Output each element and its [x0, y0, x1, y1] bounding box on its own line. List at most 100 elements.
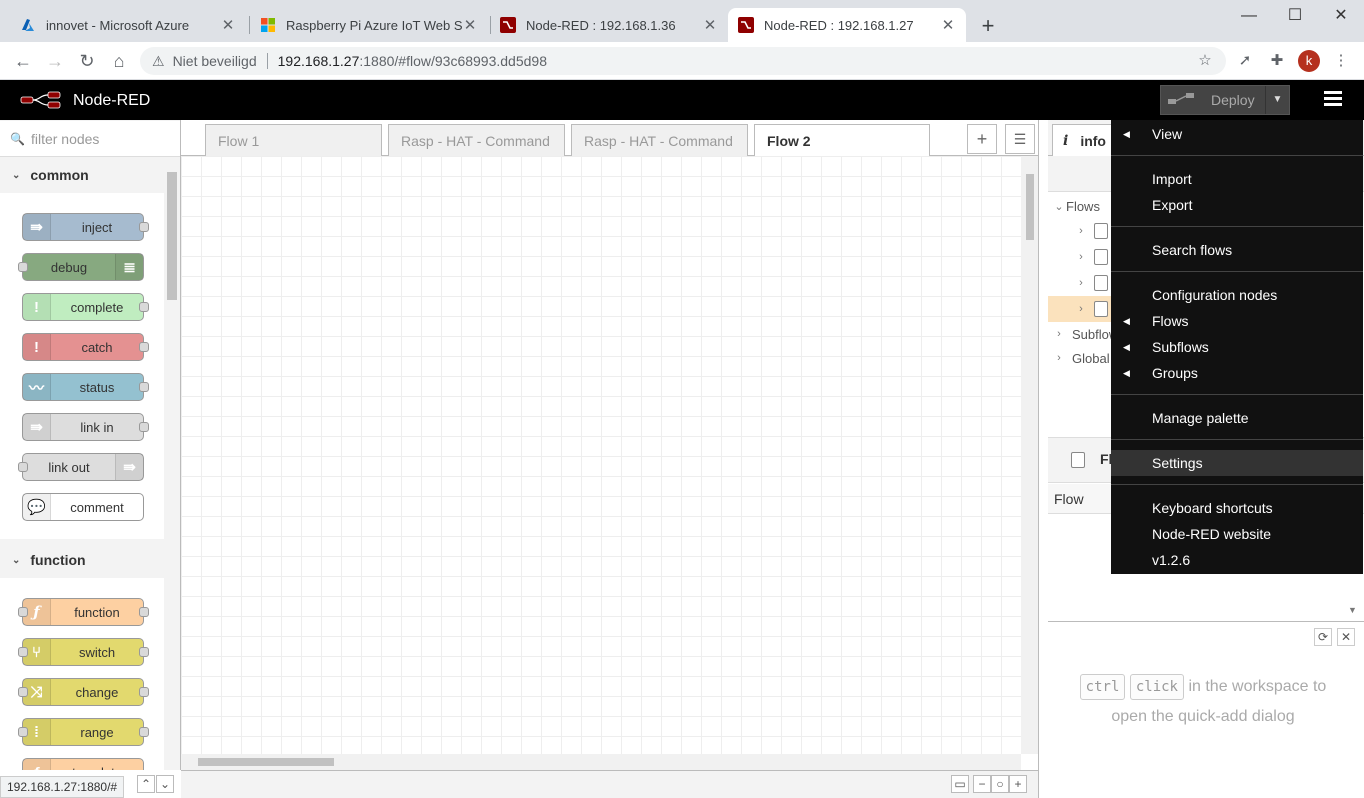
- browser-tab-nodered-36[interactable]: Node-RED : 192.168.1.36 ✕: [490, 8, 728, 42]
- deploy-dropdown-icon[interactable]: ▼: [1265, 86, 1289, 114]
- menu-item-export[interactable]: Export: [1111, 192, 1363, 218]
- browser-tab-azure[interactable]: innovet - Microsoft Azure ✕: [10, 8, 246, 42]
- expand-all-icon[interactable]: ⌄: [156, 775, 174, 793]
- zoom-in-icon[interactable]: +: [1009, 775, 1027, 793]
- add-flow-icon[interactable]: +: [967, 124, 997, 154]
- close-tab-icon[interactable]: ✕: [462, 16, 478, 34]
- url-path: :1880/#flow/93c68993.dd5d98: [359, 53, 547, 69]
- menu-item-manage-palette[interactable]: Manage palette: [1111, 405, 1363, 431]
- back-icon[interactable]: ←: [10, 48, 36, 74]
- rocket-extension-icon[interactable]: ➚: [1234, 50, 1256, 72]
- template-icon: ƒ: [23, 759, 51, 770]
- browser-tab-nodered-27[interactable]: Node-RED : 192.168.1.27 ✕: [728, 8, 966, 42]
- kbd-ctrl: ctrl: [1079, 674, 1126, 700]
- workspace-canvas[interactable]: [181, 156, 1021, 754]
- menu-item-settings[interactable]: Settings: [1111, 450, 1363, 476]
- profile-avatar[interactable]: k: [1298, 50, 1320, 72]
- menu-divider: [1111, 394, 1363, 395]
- close-window-icon[interactable]: ✕: [1318, 0, 1364, 32]
- flow-list-icon[interactable]: ☰: [1005, 124, 1035, 154]
- palette-node-template[interactable]: ƒ template: [22, 758, 144, 770]
- palette-node-function[interactable]: ƒ function: [22, 598, 144, 626]
- zoom-out-icon[interactable]: −: [973, 775, 991, 793]
- category-header-common[interactable]: ⌄ common: [0, 159, 164, 191]
- menu-item-subflows[interactable]: ◀ Subflows: [1111, 334, 1363, 360]
- palette-node-change[interactable]: ⤨ change: [22, 678, 144, 706]
- palette-clip: ƒ template: [0, 754, 164, 770]
- menu-item-configuration-nodes[interactable]: Configuration nodes: [1111, 282, 1363, 308]
- info-icon: i: [1063, 132, 1069, 149]
- tree-flow-item[interactable]: ›: [1048, 244, 1108, 270]
- palette-node-link-out[interactable]: link out ⇛: [22, 453, 144, 481]
- workspace-hscroll[interactable]: [181, 754, 1021, 770]
- input-port: [18, 262, 28, 272]
- zoom-reset-icon[interactable]: ○: [991, 775, 1009, 793]
- main-menu-button[interactable]: [1318, 88, 1348, 112]
- palette-node-switch[interactable]: ⑂ switch: [22, 638, 144, 666]
- tree-flows[interactable]: ⌄ Flows: [1048, 193, 1100, 219]
- address-bar[interactable]: ⚠ Niet beveiligd 192.168.1.27:1880/#flow…: [140, 47, 1226, 75]
- category-header-function[interactable]: ⌄ function: [0, 544, 164, 576]
- tab-flow-2[interactable]: Flow 2: [754, 124, 930, 157]
- menu-item-search-flows[interactable]: Search flows: [1111, 237, 1363, 263]
- palette-node-status[interactable]: 〰 status: [22, 373, 144, 401]
- close-tab-icon[interactable]: ✕: [940, 16, 956, 34]
- menu-item-groups[interactable]: ◀ Groups: [1111, 360, 1363, 386]
- palette-node-link-in[interactable]: ⇛ link in: [22, 413, 144, 441]
- deploy-button[interactable]: Deploy ▼: [1160, 85, 1290, 115]
- refresh-icon[interactable]: ⟳: [1314, 628, 1332, 646]
- tree-flow-item-selected[interactable]: ›: [1048, 296, 1108, 322]
- navigator-icon[interactable]: ▭: [951, 775, 969, 793]
- quick-add-hint: ctrl click in the workspace to open the …: [1048, 621, 1364, 798]
- chevron-right-icon: ›: [1079, 303, 1083, 315]
- menu-item-nodered-website[interactable]: Node-RED website: [1111, 521, 1363, 547]
- nodered-icon: [500, 17, 516, 33]
- menu-item-flows[interactable]: ◀ Flows: [1111, 308, 1363, 334]
- workspace-vscroll[interactable]: [1021, 156, 1038, 754]
- menu-item-keyboard-shortcuts[interactable]: Keyboard shortcuts: [1111, 495, 1363, 521]
- palette-node-catch[interactable]: ! catch: [22, 333, 144, 361]
- input-port: [18, 687, 28, 697]
- deploy-icon: [1161, 86, 1201, 114]
- forward-icon[interactable]: →: [42, 48, 68, 74]
- menu-item-import[interactable]: Import: [1111, 166, 1363, 192]
- extensions-icon[interactable]: ✚: [1266, 50, 1288, 72]
- tree-flow-item[interactable]: ›: [1048, 270, 1108, 296]
- collapse-all-icon[interactable]: ⌃: [137, 775, 155, 793]
- minimize-icon[interactable]: —: [1226, 0, 1272, 32]
- palette-scrollbar[interactable]: [164, 158, 180, 770]
- close-tab-icon[interactable]: ✕: [220, 16, 236, 34]
- palette-node-debug[interactable]: debug ≣: [22, 253, 144, 281]
- menu-item-view[interactable]: ◀ View: [1111, 121, 1363, 147]
- tab-flow-1[interactable]: Flow 1: [205, 124, 382, 156]
- tree-flow-item[interactable]: ›: [1048, 218, 1108, 244]
- flow-icon: [1071, 452, 1085, 468]
- new-tab-button[interactable]: +: [978, 12, 998, 40]
- input-port: [18, 647, 28, 657]
- scroll-down-icon[interactable]: ▼: [1348, 605, 1357, 615]
- palette-node-inject[interactable]: ⇛ inject: [22, 213, 144, 241]
- nodered-icon: [738, 17, 754, 33]
- tab-rasp-hat-command-1[interactable]: Rasp - HAT - Command: [388, 124, 565, 156]
- close-tab-icon[interactable]: ✕: [702, 16, 718, 34]
- palette-node-comment[interactable]: 💬 comment: [22, 493, 144, 521]
- input-port: [18, 462, 28, 472]
- maximize-icon[interactable]: ☐: [1272, 0, 1318, 32]
- close-icon[interactable]: ✕: [1337, 628, 1355, 646]
- reload-icon[interactable]: ↻: [74, 48, 100, 74]
- palette-node-range[interactable]: ⁞ range: [22, 718, 144, 746]
- browser-tab-simulator[interactable]: Raspberry Pi Azure IoT Web Simulator ✕: [250, 8, 488, 42]
- flow-icon: [1094, 249, 1108, 265]
- tree-global[interactable]: › Global: [1048, 345, 1109, 371]
- palette-node-complete[interactable]: ! complete: [22, 293, 144, 321]
- security-label: Niet beveiligd: [172, 53, 257, 69]
- palette-filter-input[interactable]: 🔍 filter nodes: [0, 121, 180, 157]
- home-icon[interactable]: ⌂: [106, 48, 132, 74]
- status-url: 192.168.1.27:1880/#: [0, 776, 125, 798]
- link-icon: ⇛: [23, 414, 51, 440]
- microsoft-icon: [261, 18, 275, 32]
- tab-rasp-hat-command-2[interactable]: Rasp - HAT - Command: [571, 124, 748, 156]
- browser-menu-icon[interactable]: ⋮: [1330, 50, 1352, 72]
- bookmark-star-icon[interactable]: ☆: [1194, 50, 1216, 72]
- alert-icon: !: [23, 334, 51, 360]
